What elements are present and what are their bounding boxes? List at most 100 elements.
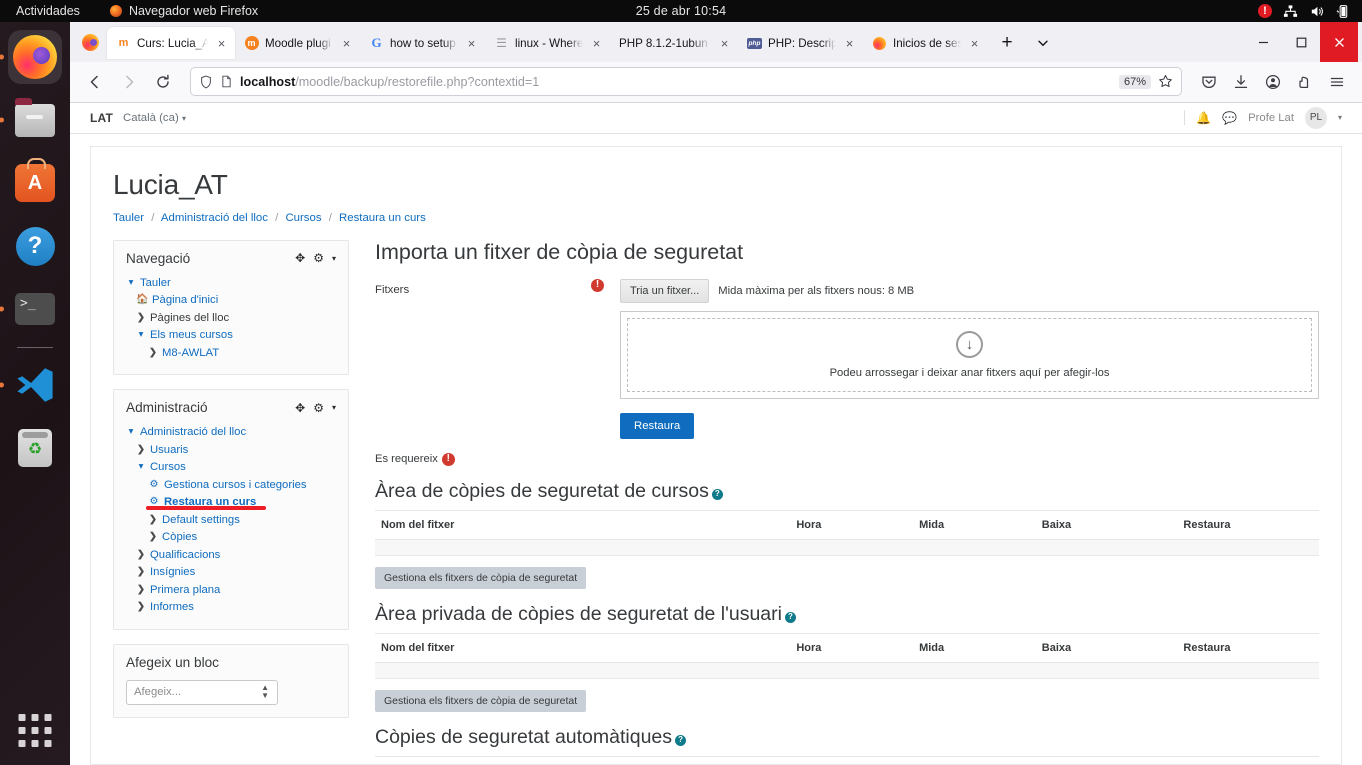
close-icon[interactable]: × [842,36,857,51]
help-icon[interactable]: ? [785,612,796,623]
chevron-right-icon[interactable]: ❯ [148,512,158,528]
admin-item-label[interactable]: Cursos [150,459,186,477]
dock-item-firefox[interactable] [8,30,62,84]
close-icon[interactable]: × [589,36,604,51]
admin-item-informes[interactable]: ❯ Informes [126,599,336,617]
list-all-tabs-button[interactable] [1028,28,1058,58]
admin-item-primera-plana[interactable]: ❯ Primera plana [126,582,336,600]
browser-tab-5[interactable]: php PHP: Descript × [738,27,863,59]
zoom-level-badge[interactable]: 67% [1119,75,1151,89]
manage-backup-files-button[interactable]: Gestiona els fitxers de còpia de seguret… [375,567,586,589]
chevron-right-icon[interactable]: ❯ [136,547,146,563]
breadcrumb-item-0[interactable]: Tauler [113,212,144,224]
admin-item-label[interactable]: Administració del lloc [140,424,246,442]
show-applications-button[interactable] [19,714,52,747]
help-icon[interactable]: ? [712,489,723,500]
admin-item-label[interactable]: Còpies [162,529,197,547]
admin-item-cursos[interactable]: ▾ Cursos [126,459,336,477]
chevron-right-icon[interactable]: ❯ [136,599,146,615]
new-tab-button[interactable]: + [992,28,1022,58]
chevron-down-icon[interactable]: ▾ [1338,113,1342,122]
nav-item-pagina-inici[interactable]: 🏠 Pàgina d'inici [126,292,336,310]
pocket-icon[interactable] [1194,67,1224,97]
admin-item-gestiona-cursos[interactable]: ⚙ Gestiona cursos i categories [126,477,336,495]
browser-tab-0[interactable]: m Curs: Lucia_AT × [107,27,235,59]
admin-item-copies[interactable]: ❯ Còpies [126,529,336,547]
dock-item-help[interactable]: ? [8,219,62,273]
avatar[interactable]: PL [1305,107,1327,129]
dock-item-terminal[interactable]: >_ [8,282,62,336]
message-icon[interactable]: 💬 [1222,111,1237,125]
chevron-right-icon[interactable]: ❯ [136,442,146,458]
chevron-right-icon[interactable]: ❯ [148,529,158,545]
move-icon[interactable]: ✥ [295,401,305,415]
admin-item-label[interactable]: Informes [150,599,194,617]
admin-item-insignies[interactable]: ❯ Insígnies [126,564,336,582]
extensions-icon[interactable] [1290,67,1320,97]
file-dropzone[interactable]: ↓ Podeu arrossegar i deixar anar fitxers… [620,311,1319,399]
admin-item-label[interactable]: Gestiona cursos i categories [164,477,307,495]
browser-tab-6[interactable]: Inicios de ses × [863,27,988,59]
admin-item-default-settings[interactable]: ❯ Default settings [126,512,336,530]
url-text[interactable]: localhost/moodle/backup/restorefile.php?… [240,75,1112,89]
admin-item-label[interactable]: Primera plana [150,582,220,600]
chevron-right-icon[interactable]: ❯ [136,310,146,326]
maximize-button[interactable] [1282,22,1320,62]
nav-item-label[interactable]: Pàgina d'inici [152,292,218,310]
move-icon[interactable]: ✥ [295,251,305,265]
help-icon[interactable]: ? [675,735,686,746]
chevron-down-icon[interactable]: ▾ [332,403,336,412]
back-button[interactable] [80,67,110,97]
dock-item-trash[interactable]: ♻ [8,421,62,475]
nav-item-label[interactable]: Tauler [140,275,171,293]
chevron-right-icon[interactable]: ❯ [136,582,146,598]
admin-item-administracio-lloc[interactable]: ▾ Administració del lloc [126,424,336,442]
chevron-down-icon[interactable]: ▾ [126,275,136,291]
downloads-icon[interactable] [1226,67,1256,97]
browser-tab-1[interactable]: m Moodle plugi × [235,27,360,59]
gear-icon[interactable]: ⚙ [313,251,324,265]
close-window-button[interactable] [1320,22,1358,62]
nav-item-m8-awlat[interactable]: ❯ M8-AWLAT [126,345,336,363]
minimize-button[interactable] [1244,22,1282,62]
close-icon[interactable]: × [967,36,982,51]
choose-file-button[interactable]: Tria un fitxer... [620,279,709,303]
browser-tab-3[interactable]: ☰ linux - Where × [485,27,610,59]
clock[interactable]: 25 de abr 10:54 [0,4,1362,18]
chevron-right-icon[interactable]: ❯ [136,564,146,580]
admin-item-label[interactable]: Qualificacions [150,547,220,565]
nav-item-els-meus-cursos[interactable]: ▾ Els meus cursos [126,327,336,345]
chevron-down-icon[interactable]: ▾ [126,424,136,440]
nav-item-tauler[interactable]: ▾ Tauler [126,275,336,293]
chevron-down-icon[interactable]: ▾ [136,327,146,343]
reload-button[interactable] [148,67,178,97]
gear-icon[interactable]: ⚙ [313,401,324,415]
close-icon[interactable]: × [717,36,732,51]
breadcrumb-item-2[interactable]: Cursos [285,212,321,224]
chevron-down-icon[interactable]: ▾ [136,459,146,475]
admin-item-restaura-un-curs[interactable]: ⚙ Restaura un curs [126,494,336,512]
chevron-right-icon[interactable]: ❯ [148,345,158,361]
nav-item-pagines-lloc[interactable]: ❯ Pàgines del lloc [126,310,336,328]
browser-tab-2[interactable]: G how to setup × [360,27,485,59]
nav-item-label[interactable]: Pàgines del lloc [150,310,229,328]
restore-button[interactable]: Restaura [620,413,694,439]
chevron-down-icon[interactable]: ▾ [332,254,336,263]
dock-item-vscode[interactable] [8,358,62,412]
nav-item-label[interactable]: Els meus cursos [150,327,233,345]
admin-item-label[interactable]: Usuaris [150,442,188,460]
browser-tab-4[interactable]: PHP 8.1.2-1ubun × [610,27,738,59]
dock-item-files[interactable] [8,93,62,147]
nav-item-label[interactable]: M8-AWLAT [162,345,219,363]
admin-item-label[interactable]: Default settings [162,512,240,530]
close-icon[interactable]: × [339,36,354,51]
close-icon[interactable]: × [214,36,229,51]
app-menu-icon[interactable] [1322,67,1352,97]
bell-icon[interactable]: 🔔 [1196,111,1211,125]
url-bar[interactable]: localhost/moodle/backup/restorefile.php?… [190,67,1182,96]
site-brand[interactable]: LAT [90,111,113,125]
account-icon[interactable] [1258,67,1288,97]
admin-item-qualificacions[interactable]: ❯ Qualificacions [126,547,336,565]
dock-item-app-store[interactable]: A [8,156,62,210]
breadcrumb-item-3[interactable]: Restaura un curs [339,212,426,224]
